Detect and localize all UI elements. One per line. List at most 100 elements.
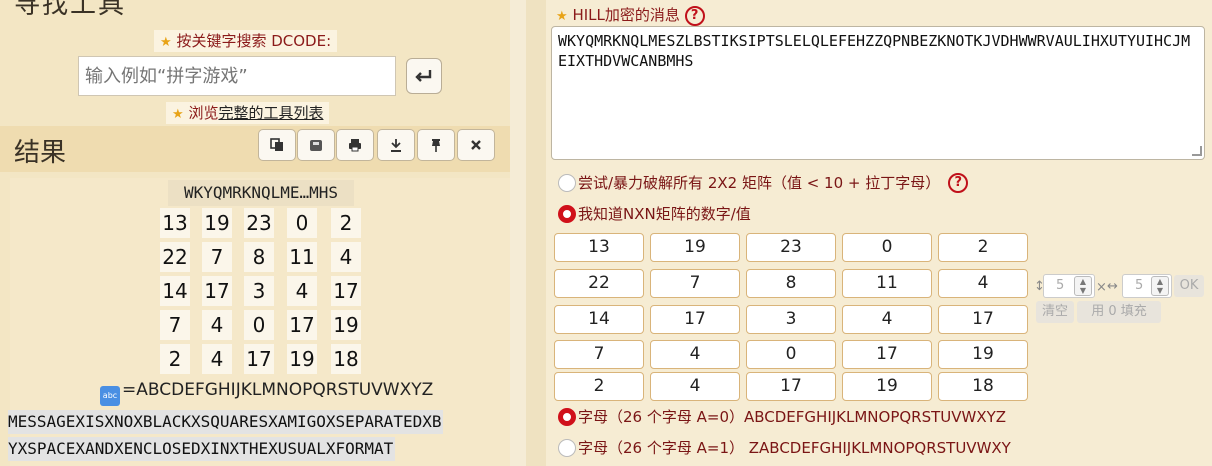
alphabet-a0-label: 字母（26 个字母 A=0）ABCDEFGHIJKLMNOPQRSTUVWXYZ xyxy=(578,408,1007,426)
print-icon xyxy=(349,139,361,152)
save-button[interactable] xyxy=(297,129,335,161)
fill-zero-button[interactable]: 用 0 填充 xyxy=(1077,301,1161,323)
matrix-input-cell[interactable]: 17 xyxy=(842,340,932,369)
matrix-input-cell[interactable]: 2 xyxy=(554,372,644,401)
print-button[interactable] xyxy=(336,129,374,161)
matrix-input-cell[interactable]: 11 xyxy=(842,269,932,298)
cipher-message-text: HILL加密的消息 xyxy=(572,6,680,24)
rows-value: 5 xyxy=(1056,278,1065,293)
option-known-matrix[interactable]: 我知道NXN矩阵的数字/值 xyxy=(558,203,751,224)
result-matrix-cell: 19 xyxy=(331,310,361,340)
cols-value: 5 xyxy=(1135,278,1144,293)
result-cipher-header: WKYQMRKNQLME…MHS xyxy=(168,180,354,206)
matrix-input-cell[interactable]: 19 xyxy=(842,372,932,401)
clear-button[interactable]: 清空 xyxy=(1036,301,1074,323)
matrix-input-cell[interactable]: 2 xyxy=(938,233,1028,262)
browse-tools-row: ★ 浏览完整的工具列表 xyxy=(166,102,330,124)
search-input[interactable] xyxy=(78,56,396,96)
pin-icon xyxy=(432,139,440,152)
result-matrix-cell: 0 xyxy=(244,310,274,340)
radio-known-matrix[interactable] xyxy=(558,204,576,223)
matrix-input-cell[interactable]: 4 xyxy=(842,305,932,334)
ciphertext-textarea[interactable]: WKYQMRKNQLMESZLBSTIKSIPTSLELQLEFEHZZQPNB… xyxy=(551,26,1205,160)
times-symbol: × xyxy=(1096,280,1107,295)
resize-grip-icon[interactable] xyxy=(1192,146,1202,156)
result-matrix-cell: 19 xyxy=(287,344,317,374)
matrix-input-cell[interactable]: 0 xyxy=(842,233,932,262)
find-tool-heading: 寻找工具 xyxy=(14,0,127,20)
matrix-input-cell[interactable]: 19 xyxy=(938,340,1028,369)
matrix-input-cell[interactable]: 17 xyxy=(650,305,740,334)
matrix-input-cell[interactable]: 18 xyxy=(938,372,1028,401)
option-known-label: 我知道NXN矩阵的数字/值 xyxy=(578,205,751,223)
cols-arrow-icon: ↔ xyxy=(1107,279,1118,294)
result-matrix-cell: 17 xyxy=(287,310,317,340)
result-matrix-cell: 0 xyxy=(287,208,317,238)
abc-icon: abc xyxy=(100,386,120,406)
matrix-input-cell[interactable]: 17 xyxy=(938,305,1028,334)
resize-ok-button[interactable]: OK xyxy=(1174,275,1204,297)
result-matrix-cell: 17 xyxy=(331,276,361,306)
matrix-input-cell[interactable]: 22 xyxy=(554,269,644,298)
results-title: 结果 xyxy=(14,138,67,168)
radio-alphabet-a1[interactable] xyxy=(558,438,576,457)
result-matrix-cell: 2 xyxy=(331,208,361,238)
star-icon: ★ xyxy=(556,9,568,24)
plaintext-line-1: MESSAGEXISXNOXBLACKXSQUARESXAMIGOXSEPARA… xyxy=(8,410,444,434)
full-tool-list-link[interactable]: 完整的工具列表 xyxy=(218,104,323,122)
rows-stepper-icon[interactable]: ▲ ▼ xyxy=(1074,276,1092,296)
option-alphabet-a0[interactable]: 字母（26 个字母 A=0）ABCDEFGHIJKLMNOPQRSTUVWXYZ xyxy=(558,406,1006,427)
matrix-input-cell[interactable]: 4 xyxy=(650,340,740,369)
result-matrix-cell: 7 xyxy=(202,242,232,272)
cols-input[interactable]: 5 ▲ ▼ xyxy=(1122,274,1172,298)
copy-button[interactable] xyxy=(258,129,296,161)
result-matrix-cell: 3 xyxy=(244,276,274,306)
cols-stepper-icon[interactable]: ▲ ▼ xyxy=(1151,276,1169,296)
copy-icon xyxy=(270,138,283,151)
result-matrix-cell: 22 xyxy=(160,242,190,272)
matrix-input-cell[interactable]: 7 xyxy=(650,269,740,298)
matrix-input-cell[interactable]: 19 xyxy=(650,233,740,262)
matrix-input-cell[interactable]: 4 xyxy=(650,372,740,401)
alphabet-text: =ABCDEFGHIJKLMNOPQRSTUVWXYZ xyxy=(122,380,434,400)
matrix-input-cell[interactable]: 8 xyxy=(746,269,836,298)
result-matrix-cell: 4 xyxy=(202,344,232,374)
keyword-search-label: ★ 按关键字搜索 DCODE: xyxy=(154,30,338,52)
star-icon: ★ xyxy=(172,107,184,122)
result-matrix-cell: 17 xyxy=(202,276,232,306)
plaintext-line-2: YXSPACEXANDXENCLOSEDXINXTHEXUSUALXFORMAT xyxy=(8,437,396,461)
option-bruteforce-label: 尝试/暴力破解所有 2X2 矩阵（值 < 10 + 拉丁字母） xyxy=(578,174,941,192)
matrix-input-cell[interactable]: 14 xyxy=(554,305,644,334)
option-alphabet-a1[interactable]: 字母（26 个字母 A=1） ZABCDEFGHIJKLMNOPQRSTUVWX… xyxy=(558,437,1011,458)
close-button[interactable] xyxy=(457,129,495,161)
rows-input[interactable]: 5 ▲ ▼ xyxy=(1043,274,1095,298)
matrix-input-cell[interactable]: 0 xyxy=(746,340,836,369)
result-matrix-cell: 8 xyxy=(244,242,274,272)
alphabet-line: abc =ABCDEFGHIJKLMNOPQRSTUVWXYZ xyxy=(100,380,433,406)
enter-icon xyxy=(415,70,432,82)
matrix-input-cell[interactable]: 23 xyxy=(746,233,836,262)
result-matrix-cell: 7 xyxy=(160,310,190,340)
cipher-message-label: ★ HILL加密的消息 ? xyxy=(556,4,705,26)
column-divider xyxy=(526,0,546,466)
help-icon[interactable]: ? xyxy=(948,172,969,193)
matrix-input-cell[interactable]: 17 xyxy=(746,372,836,401)
result-matrix-cell: 23 xyxy=(244,208,274,238)
matrix-input-cell[interactable]: 3 xyxy=(746,305,836,334)
matrix-input-cell[interactable]: 7 xyxy=(554,340,644,369)
browse-prefix: 浏览 xyxy=(188,104,219,122)
star-icon: ★ xyxy=(160,35,172,50)
radio-bruteforce[interactable] xyxy=(558,173,576,192)
radio-alphabet-a0[interactable] xyxy=(558,407,576,426)
pin-button[interactable] xyxy=(417,129,455,161)
option-bruteforce[interactable]: 尝试/暴力破解所有 2X2 矩阵（值 < 10 + 拉丁字母） ? xyxy=(558,172,969,193)
download-button[interactable] xyxy=(377,129,415,161)
help-icon[interactable]: ? xyxy=(684,5,705,26)
alphabet-a1-label: 字母（26 个字母 A=1） ZABCDEFGHIJKLMNOPQRSTUVWX… xyxy=(578,439,1011,457)
search-submit-button[interactable] xyxy=(406,58,442,94)
matrix-input-cell[interactable]: 13 xyxy=(554,233,644,262)
result-matrix-cell: 4 xyxy=(331,242,361,272)
result-matrix-cell: 19 xyxy=(202,208,232,238)
matrix-input-cell[interactable]: 4 xyxy=(938,269,1028,298)
result-matrix-cell: 11 xyxy=(287,242,317,272)
